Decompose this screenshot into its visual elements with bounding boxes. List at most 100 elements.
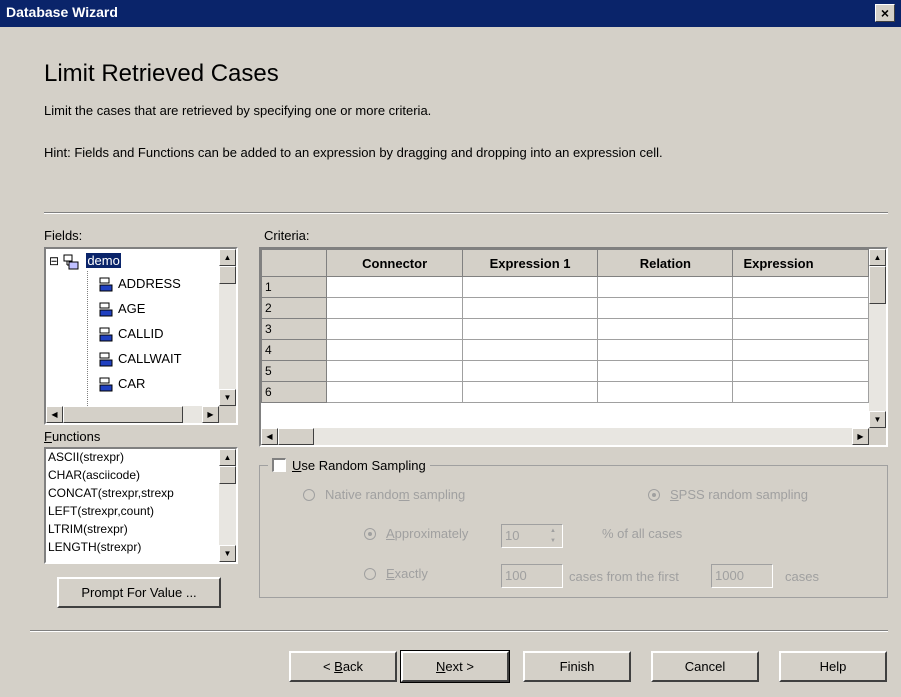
criteria-hscrollbar[interactable]: ◀ ▶ xyxy=(261,428,869,445)
fields-hscrollbar[interactable]: ◀ ▶ xyxy=(46,406,219,423)
scroll-thumb[interactable] xyxy=(63,406,183,423)
table-cell[interactable] xyxy=(326,360,463,382)
collapse-icon[interactable]: ⊟ xyxy=(49,254,59,268)
tree-item-callwait[interactable]: CALLWAIT xyxy=(98,351,182,368)
approximately-spinner[interactable]: 10 ▲ ▼ xyxy=(501,524,563,548)
table-cell[interactable] xyxy=(461,381,599,403)
tree-item-age[interactable]: AGE xyxy=(98,301,145,318)
function-item[interactable]: LTRIM(strexpr) xyxy=(48,522,128,536)
row-header[interactable]: 2 xyxy=(261,297,328,319)
native-sampling-label: Native random sampling xyxy=(325,487,466,502)
table-row: 1 xyxy=(261,276,869,298)
criteria-table[interactable]: Connector Expression 1 Relation Expressi… xyxy=(261,249,869,403)
first-cases-input[interactable]: 1000 xyxy=(711,564,773,588)
column-header-connector[interactable]: Connector xyxy=(326,249,463,277)
table-cell[interactable] xyxy=(461,360,599,382)
table-cell[interactable] xyxy=(732,381,869,403)
random-sampling-checkbox-row[interactable]: Use Random Sampling xyxy=(268,457,430,473)
corner-header xyxy=(261,249,328,277)
random-sampling-checkbox[interactable] xyxy=(272,458,286,472)
cancel-button[interactable]: Cancel xyxy=(651,651,759,682)
scroll-up-button[interactable]: ▲ xyxy=(869,249,886,266)
database-icon xyxy=(63,254,79,270)
function-item[interactable]: CHAR(asciicode) xyxy=(48,468,140,482)
table-cell[interactable] xyxy=(461,297,599,319)
table-cell[interactable] xyxy=(326,381,463,403)
fields-tree[interactable]: ⊟ demo ADDRESS AGE CALLID CALLWAIT CAR ▲… xyxy=(44,247,238,425)
table-cell[interactable] xyxy=(732,276,869,298)
from-first-label: cases from the first xyxy=(569,569,679,584)
table-cell[interactable] xyxy=(597,297,734,319)
table-cell[interactable] xyxy=(461,318,599,340)
page-title: Limit Retrieved Cases xyxy=(44,60,279,87)
help-button[interactable]: Help xyxy=(779,651,887,682)
table-cell[interactable] xyxy=(461,339,599,361)
approximately-label: Approximately xyxy=(386,526,469,541)
function-item[interactable]: LENGTH(strexpr) xyxy=(48,540,141,554)
scroll-right-button[interactable]: ▶ xyxy=(202,406,219,423)
tree-item-address[interactable]: ADDRESS xyxy=(98,276,181,293)
scroll-thumb[interactable] xyxy=(869,266,886,304)
criteria-vscrollbar[interactable]: ▲ ▼ xyxy=(869,249,886,428)
table-cell[interactable] xyxy=(732,339,869,361)
function-item[interactable]: ASCII(strexpr) xyxy=(48,450,124,464)
column-header-relation[interactable]: Relation xyxy=(597,249,734,277)
tree-item-callid[interactable]: CALLID xyxy=(98,326,164,343)
criteria-grid[interactable]: Connector Expression 1 Relation Expressi… xyxy=(259,247,888,447)
close-button[interactable]: × xyxy=(875,4,895,22)
close-icon: × xyxy=(880,5,890,21)
table-cell[interactable] xyxy=(597,276,734,298)
tree-root-label[interactable]: demo xyxy=(86,253,121,268)
table-cell[interactable] xyxy=(326,339,463,361)
exactly-radio[interactable] xyxy=(364,568,376,580)
scroll-left-button[interactable]: ◀ xyxy=(46,406,63,423)
column-header-expression-1[interactable]: Expression 1 xyxy=(461,249,599,277)
table-cell[interactable] xyxy=(732,318,869,340)
prompt-for-value-button[interactable]: Prompt For Value ... xyxy=(57,577,221,608)
scroll-thumb[interactable] xyxy=(219,266,236,284)
functions-list[interactable]: ASCII(strexpr) CHAR(asciicode) CONCAT(st… xyxy=(44,447,238,564)
table-cell[interactable] xyxy=(597,318,734,340)
row-header[interactable]: 3 xyxy=(261,318,328,340)
scroll-down-button[interactable]: ▼ xyxy=(869,411,886,428)
function-item[interactable]: LEFT(strexpr,count) xyxy=(48,504,154,518)
table-cell[interactable] xyxy=(597,339,734,361)
approximately-radio[interactable] xyxy=(364,528,376,540)
finish-button[interactable]: Finish xyxy=(523,651,631,682)
scroll-right-button[interactable]: ▶ xyxy=(852,428,869,445)
table-cell[interactable] xyxy=(326,297,463,319)
scroll-down-button[interactable]: ▼ xyxy=(219,389,236,406)
fields-vscrollbar[interactable]: ▲ ▼ xyxy=(219,249,236,406)
functions-vscrollbar[interactable]: ▲ ▼ xyxy=(219,449,236,562)
spin-down-button[interactable]: ▼ xyxy=(545,536,561,546)
tree-root[interactable]: ⊟ demo xyxy=(49,253,121,270)
next-button[interactable]: Next > xyxy=(400,650,510,683)
table-cell[interactable] xyxy=(732,360,869,382)
spss-sampling-radio[interactable] xyxy=(648,489,660,501)
back-button[interactable]: < Back xyxy=(289,651,397,682)
column-header-expression-2[interactable]: Expression xyxy=(732,249,869,277)
scroll-thumb[interactable] xyxy=(278,428,314,445)
approximately-value: 10 xyxy=(505,528,520,543)
row-header[interactable]: 5 xyxy=(261,360,328,382)
table-cell[interactable] xyxy=(597,360,734,382)
table-cell[interactable] xyxy=(326,318,463,340)
table-cell[interactable] xyxy=(732,297,869,319)
table-cell[interactable] xyxy=(597,381,734,403)
function-item[interactable]: CONCAT(strexpr,strexp xyxy=(48,486,174,500)
scroll-up-button[interactable]: ▲ xyxy=(219,249,236,266)
row-header[interactable]: 1 xyxy=(261,276,328,298)
tree-item-car[interactable]: CAR xyxy=(98,376,145,393)
table-cell[interactable] xyxy=(461,276,599,298)
exactly-input[interactable]: 100 xyxy=(501,564,563,588)
criteria-label: Criteria: xyxy=(264,228,310,243)
scroll-down-button[interactable]: ▼ xyxy=(219,545,236,562)
native-sampling-radio[interactable] xyxy=(303,489,315,501)
row-header[interactable]: 6 xyxy=(261,381,328,403)
scroll-thumb[interactable] xyxy=(219,466,236,484)
scroll-up-button[interactable]: ▲ xyxy=(219,449,236,466)
scroll-corner xyxy=(219,406,236,423)
row-header[interactable]: 4 xyxy=(261,339,328,361)
connector-cell-disabled xyxy=(326,276,463,298)
scroll-left-button[interactable]: ◀ xyxy=(261,428,278,445)
